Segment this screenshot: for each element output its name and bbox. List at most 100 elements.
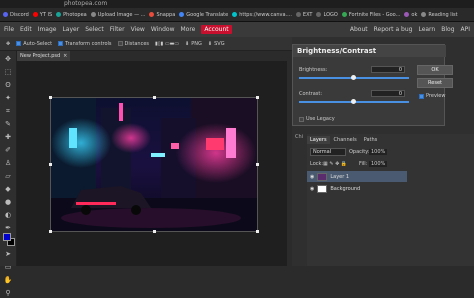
- pen-icon[interactable]: ✒: [3, 223, 13, 233]
- distances-checkbox[interactable]: [117, 41, 123, 46]
- transform-handle-tm[interactable]: [153, 96, 156, 99]
- transform-handle-tl[interactable]: [49, 96, 52, 99]
- transform-handle-bm[interactable]: [153, 230, 156, 233]
- bookmark-item[interactable]: EXT: [295, 12, 312, 18]
- side-panel-label[interactable]: Chi: [295, 134, 303, 140]
- menu-account[interactable]: Account: [201, 25, 232, 34]
- menu-file[interactable]: File: [4, 26, 14, 33]
- tab-channels[interactable]: Channels: [331, 136, 360, 144]
- zoom-icon[interactable]: ⚲: [3, 288, 13, 298]
- transform-handle-tr[interactable]: [256, 96, 259, 99]
- svg-button[interactable]: ⬇ SVG: [208, 41, 225, 47]
- auto-select-checkbox[interactable]: [16, 41, 22, 46]
- shape-icon[interactable]: ▭: [3, 262, 13, 272]
- auto-select-option[interactable]: Auto-Select: [16, 41, 52, 47]
- brightness-input[interactable]: 0: [371, 66, 405, 73]
- bookmark-item[interactable]: Reading list: [421, 12, 458, 18]
- bookmark-item[interactable]: LOGO: [316, 12, 338, 18]
- dodge-icon[interactable]: ◐: [3, 210, 13, 220]
- blur-icon[interactable]: ●: [3, 197, 13, 207]
- menu-more[interactable]: More: [181, 26, 196, 33]
- bookmark-favicon-icon: [179, 12, 185, 17]
- opacity-input[interactable]: 100%: [369, 149, 388, 155]
- menu-edit[interactable]: Edit: [20, 26, 32, 33]
- opacity-label: Opacity:: [349, 149, 370, 155]
- move-tool-icon: ✥: [6, 40, 11, 47]
- fill-input[interactable]: 100%: [369, 161, 388, 167]
- transform-handle-br[interactable]: [256, 230, 259, 233]
- crop-icon[interactable]: ⌗: [3, 106, 13, 116]
- tab-paths[interactable]: Paths: [361, 136, 381, 144]
- align-icons[interactable]: ▮▯▮ ▭▬▭: [155, 41, 179, 47]
- menu-filter[interactable]: Filter: [110, 26, 125, 33]
- contrast-slider-knob[interactable]: [351, 99, 356, 104]
- transform-controls-option[interactable]: Transform controls: [58, 41, 112, 47]
- fill-icon[interactable]: ◆: [3, 184, 13, 194]
- clone-icon[interactable]: ♙: [3, 158, 13, 168]
- transform-handle-ml[interactable]: [49, 163, 52, 166]
- menu-learn[interactable]: Learn: [418, 26, 435, 33]
- bookmark-item[interactable]: YT IS: [32, 12, 52, 18]
- menu-report-bug[interactable]: Report a bug: [374, 26, 413, 33]
- right-menu: About Report a bug Learn Blog API: [350, 22, 470, 37]
- document-tab[interactable]: New Project.psd ×: [17, 51, 71, 61]
- menu-api[interactable]: API: [461, 26, 471, 33]
- menu-image[interactable]: Image: [38, 26, 57, 33]
- healing-icon[interactable]: ✚: [3, 132, 13, 142]
- bookmark-item[interactable]: Photopea: [56, 12, 87, 18]
- bookmark-item[interactable]: https://www.canva....: [232, 12, 292, 18]
- reset-button[interactable]: Reset: [417, 78, 453, 88]
- bookmark-item[interactable]: Snappa: [149, 12, 175, 18]
- preview-option[interactable]: Preview: [419, 93, 445, 99]
- browser-address-strip: photopea.com: [0, 0, 474, 8]
- tab-layers[interactable]: Layers: [307, 136, 330, 144]
- ok-button[interactable]: OK: [417, 65, 453, 75]
- contrast-input[interactable]: 0: [371, 90, 405, 97]
- dialog-title[interactable]: Brightness/Contrast: [293, 45, 446, 57]
- bookmark-favicon-icon: [341, 12, 347, 17]
- blend-mode-select[interactable]: Normal: [310, 148, 346, 156]
- transform-controls-checkbox[interactable]: [58, 41, 64, 46]
- distances-option[interactable]: Distances: [117, 41, 149, 47]
- bookmark-item[interactable]: Fortnite Files - Goo...: [341, 12, 400, 18]
- menu-blog[interactable]: Blog: [441, 26, 454, 33]
- transform-handle-bl[interactable]: [49, 230, 52, 233]
- lasso-icon[interactable]: ʘ: [3, 80, 13, 90]
- bookmark-item[interactable]: ok: [404, 12, 417, 18]
- transform-handle-mr[interactable]: [256, 163, 259, 166]
- marquee-icon[interactable]: ⬚: [3, 67, 13, 77]
- bookmark-favicon-icon: [90, 12, 96, 17]
- move-icon[interactable]: ✥: [3, 54, 13, 64]
- bookmark-item[interactable]: Upload Image — ...: [90, 12, 145, 18]
- layer-row[interactable]: ◉ Background: [307, 183, 407, 194]
- menu-about[interactable]: About: [350, 26, 368, 33]
- brush-icon[interactable]: ✐: [3, 145, 13, 155]
- bookmark-favicon-icon: [32, 12, 38, 17]
- eye-icon[interactable]: ◉: [310, 186, 314, 192]
- menu-select[interactable]: Select: [85, 26, 104, 33]
- bookmark-item[interactable]: Discord: [3, 12, 29, 18]
- eyedropper-icon[interactable]: ✎: [3, 119, 13, 129]
- hand-icon[interactable]: ✋: [3, 275, 13, 285]
- bookmark-item[interactable]: Google Translate: [179, 12, 228, 18]
- url-text[interactable]: photopea.com: [64, 0, 107, 7]
- layer-thumbnail: [317, 184, 328, 193]
- use-legacy-option[interactable]: Use Legacy: [299, 116, 335, 122]
- lock-icons[interactable]: ▦ ✎ ✥ 🔒: [323, 161, 347, 167]
- magic-wand-icon[interactable]: ✦: [3, 93, 13, 103]
- select-path-icon[interactable]: ➤: [3, 249, 13, 259]
- foreground-color-swatch[interactable]: [3, 233, 11, 241]
- brightness-slider-knob[interactable]: [351, 75, 356, 80]
- use-legacy-checkbox[interactable]: [299, 116, 304, 122]
- bookmark-favicon-icon: [421, 12, 427, 17]
- eye-icon[interactable]: ◉: [310, 174, 314, 180]
- preview-checkbox[interactable]: [419, 93, 424, 99]
- canvas-image[interactable]: [50, 97, 258, 232]
- menu-window[interactable]: Window: [151, 26, 175, 33]
- menu-layer[interactable]: Layer: [62, 26, 79, 33]
- eraser-icon[interactable]: ▱: [3, 171, 13, 181]
- layer-row[interactable]: ◉ Layer 1: [307, 171, 407, 182]
- png-button[interactable]: ⬇ PNG: [185, 41, 202, 47]
- close-tab-icon[interactable]: ×: [63, 53, 67, 59]
- menu-view[interactable]: View: [131, 26, 145, 33]
